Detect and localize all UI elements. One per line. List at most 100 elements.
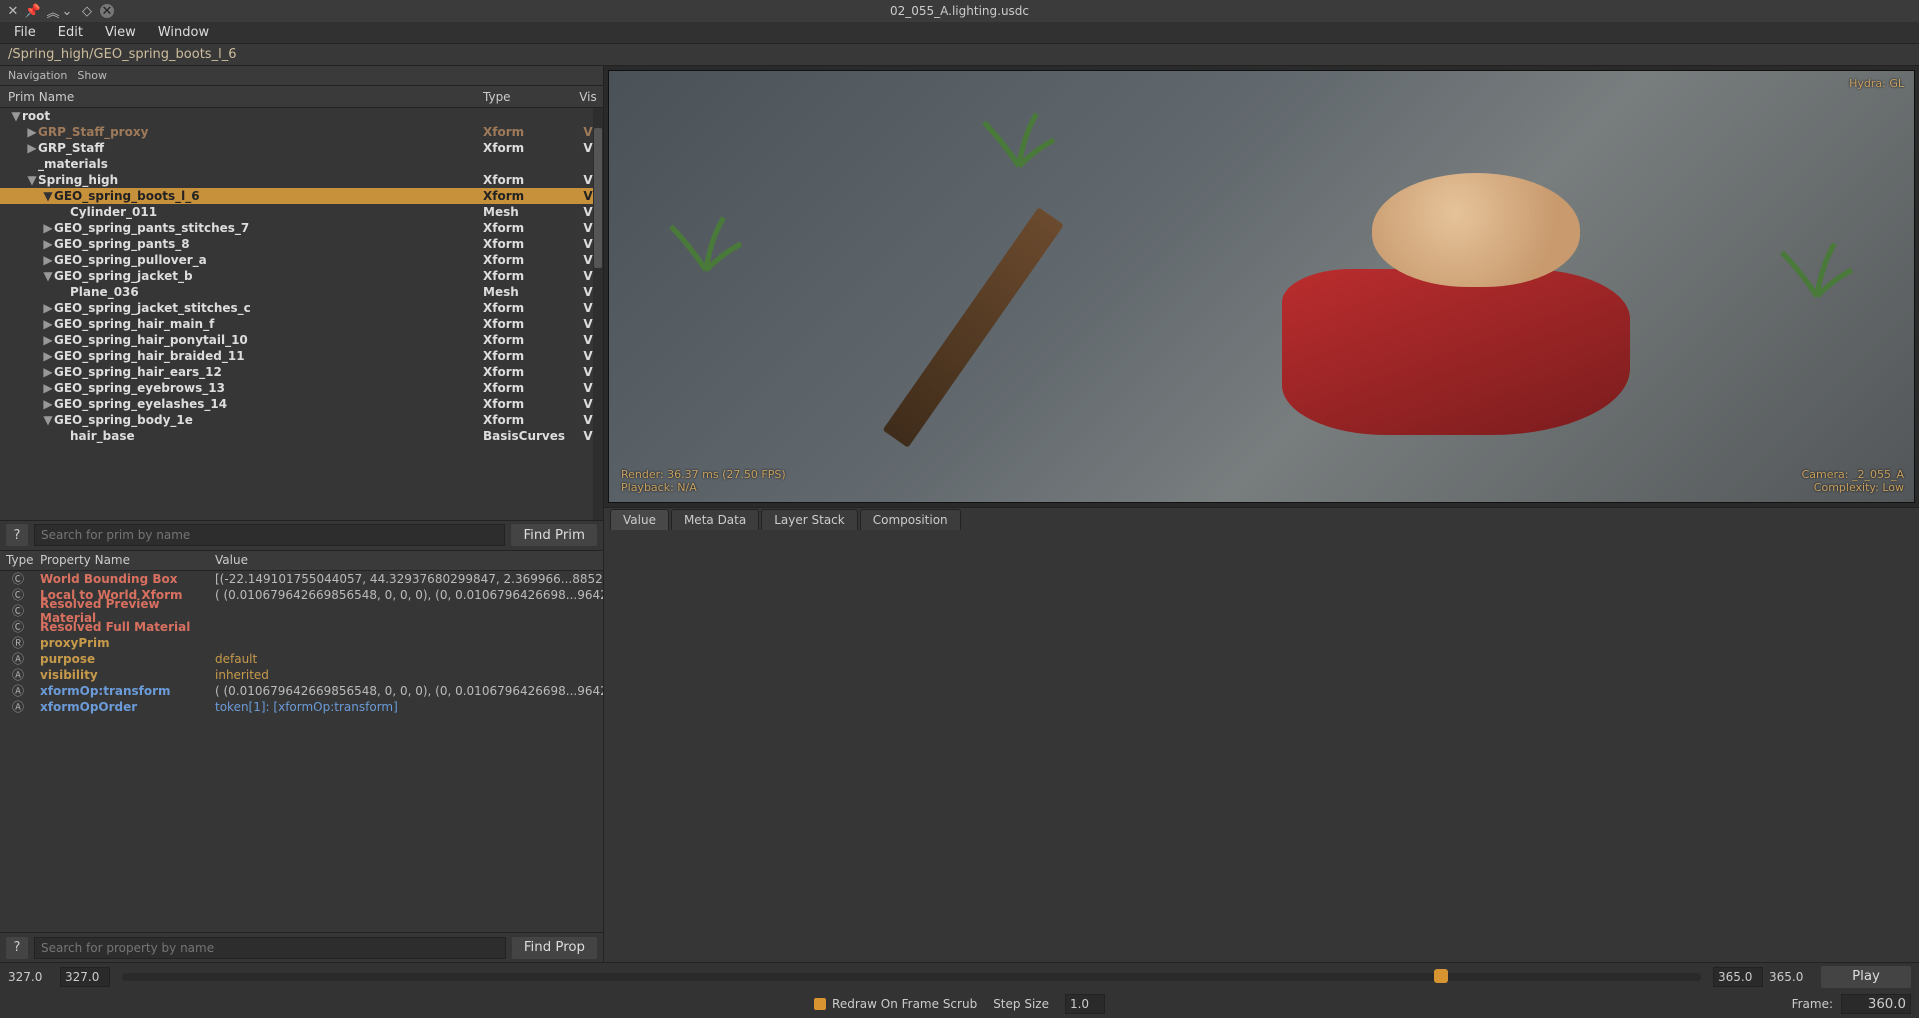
expand-arrow-icon[interactable]: ▶ <box>26 125 38 139</box>
expand-arrow-icon[interactable]: ▼ <box>42 269 54 283</box>
property-row[interactable]: ⓇproxyPrim <box>0 635 603 651</box>
tab-value[interactable]: Value <box>610 509 669 530</box>
expand-arrow-icon[interactable]: ▶ <box>42 221 54 235</box>
minimize-icon[interactable]: ⌄ <box>60 4 74 18</box>
expand-arrow-icon[interactable]: ▶ <box>42 349 54 363</box>
tree-body[interactable]: ▼root▶GRP_Staff_proxyXformV▶GRP_StaffXfo… <box>0 108 603 520</box>
scrollbar-track[interactable] <box>593 108 603 520</box>
tree-row[interactable]: ▶GEO_spring_pants_8XformV <box>0 236 603 252</box>
viewport-3d[interactable]: Hydra: GL Render: 36.37 ms (27.50 FPS) P… <box>608 70 1915 503</box>
detail-body <box>604 531 1919 962</box>
prim-name: GEO_spring_jacket_b <box>54 269 483 283</box>
property-name: xformOpOrder <box>40 700 215 714</box>
tab-metadata[interactable]: Meta Data <box>671 509 759 530</box>
expand-arrow-icon[interactable]: ▶ <box>42 381 54 395</box>
expand-arrow-icon[interactable]: ▶ <box>42 397 54 411</box>
prim-search-input[interactable] <box>34 524 505 546</box>
expand-arrow-icon[interactable]: ▶ <box>26 141 38 155</box>
property-type-icon: Ⓒ <box>0 602 40 619</box>
expand-arrow-icon[interactable]: ▼ <box>26 173 38 187</box>
tree-row[interactable]: ▶GEO_spring_pullover_aXformV <box>0 252 603 268</box>
tree-row[interactable]: Cylinder_011MeshV <box>0 204 603 220</box>
expand-arrow-icon[interactable]: ▼ <box>42 189 54 203</box>
tree-row[interactable]: ▶GRP_Staff_proxyXformV <box>0 124 603 140</box>
tree-row[interactable]: ▶GEO_spring_eyelashes_14XformV <box>0 396 603 412</box>
close-icon[interactable]: ✕ <box>100 4 114 18</box>
app-icon: ✕ <box>6 4 20 18</box>
prop-search-help[interactable]: ? <box>6 937 28 959</box>
tree-row[interactable]: ▶GRP_StaffXformV <box>0 140 603 156</box>
tree-row[interactable]: ▶GEO_spring_pants_stitches_7XformV <box>0 220 603 236</box>
tree-row[interactable]: ▶GEO_spring_hair_main_fXformV <box>0 316 603 332</box>
menu-view[interactable]: View <box>95 23 146 42</box>
property-value: default <box>215 652 603 666</box>
prim-type: Xform <box>483 381 573 395</box>
tab-composition[interactable]: Composition <box>860 509 961 530</box>
tree-col-type[interactable]: Type <box>483 90 573 104</box>
timeline-thumb[interactable] <box>1434 969 1448 983</box>
breadcrumb[interactable]: /Spring_high/GEO_spring_boots_l_6 <box>0 44 1919 66</box>
timeline-end-input[interactable] <box>1713 967 1763 987</box>
props-body[interactable]: ⒸWorld Bounding Box[(-22.149101755044057… <box>0 571 603 933</box>
nav-show[interactable]: Show <box>77 69 107 82</box>
tree-row[interactable]: _materials <box>0 156 603 172</box>
property-row[interactable]: Ⓐpurposedefault <box>0 651 603 667</box>
chevron-up-icon[interactable]: ︽ <box>46 4 60 18</box>
left-pane: Navigation Show Prim Name Type Vis ▼root… <box>0 66 604 962</box>
menu-window[interactable]: Window <box>148 23 219 42</box>
tree-row[interactable]: ▶GEO_spring_hair_braided_11XformV <box>0 348 603 364</box>
tree-row[interactable]: ▼GEO_spring_jacket_bXformV <box>0 268 603 284</box>
play-button[interactable]: Play <box>1821 966 1911 988</box>
nav-navigation[interactable]: Navigation <box>8 69 67 82</box>
property-row[interactable]: ⒶxformOpOrdertoken[1]: [xformOp:transfor… <box>0 699 603 715</box>
step-size-input[interactable] <box>1065 994 1105 1014</box>
tree-row[interactable]: hair_baseBasisCurvesV <box>0 428 603 444</box>
props-col-type[interactable]: Type <box>0 553 40 567</box>
tab-layerstack[interactable]: Layer Stack <box>761 509 858 530</box>
frame-input[interactable] <box>1841 994 1911 1014</box>
property-row[interactable]: Ⓐvisibilityinherited <box>0 667 603 683</box>
tree-row[interactable]: ▼root <box>0 108 603 124</box>
tree-row[interactable]: ▶GEO_spring_hair_ears_12XformV <box>0 364 603 380</box>
tree-row[interactable]: ▼Spring_highXformV <box>0 172 603 188</box>
tree-row[interactable]: Plane_036MeshV <box>0 284 603 300</box>
expand-arrow-icon[interactable]: ▶ <box>42 333 54 347</box>
timeline-track[interactable] <box>122 973 1701 981</box>
find-prim-button[interactable]: Find Prim <box>511 524 597 546</box>
property-row[interactable]: ⒸResolved Full Material <box>0 619 603 635</box>
timeline-start-input[interactable] <box>60 967 110 987</box>
expand-arrow-icon[interactable]: ▶ <box>42 237 54 251</box>
menu-edit[interactable]: Edit <box>48 23 93 42</box>
find-prop-button[interactable]: Find Prop <box>512 937 597 959</box>
prim-name: GEO_spring_boots_l_6 <box>54 189 483 203</box>
property-row[interactable]: ⒸResolved Preview Material <box>0 603 603 619</box>
tree-row[interactable]: ▶GEO_spring_eyebrows_13XformV <box>0 380 603 396</box>
tree-col-name[interactable]: Prim Name <box>0 90 483 104</box>
props-col-value[interactable]: Value <box>215 553 603 567</box>
pin-icon[interactable]: 📌 <box>26 4 40 18</box>
right-pane: Hydra: GL Render: 36.37 ms (27.50 FPS) P… <box>604 66 1919 962</box>
props-col-name[interactable]: Property Name <box>40 553 215 567</box>
prim-search-help[interactable]: ? <box>6 524 28 546</box>
expand-arrow-icon[interactable]: ▶ <box>42 317 54 331</box>
property-name: Resolved Full Material <box>40 620 215 634</box>
expand-arrow-icon[interactable]: ▶ <box>42 365 54 379</box>
tree-row[interactable]: ▼GEO_spring_boots_l_6XformV <box>0 188 603 204</box>
tree-row[interactable]: ▶GEO_spring_hair_ponytail_10XformV <box>0 332 603 348</box>
playback-label: Playback: N/A <box>621 481 786 494</box>
expand-arrow-icon[interactable]: ▶ <box>42 253 54 267</box>
maximize-icon[interactable]: ◇ <box>80 4 94 18</box>
scrollbar-thumb[interactable] <box>594 128 602 268</box>
expand-arrow-icon[interactable]: ▼ <box>10 109 22 123</box>
property-row[interactable]: ⒶxformOp:transform( (0.01067964266985654… <box>0 683 603 699</box>
expand-arrow-icon[interactable]: ▶ <box>42 301 54 315</box>
tree-row[interactable]: ▼GEO_spring_body_1eXformV <box>0 412 603 428</box>
expand-arrow-icon[interactable]: ▼ <box>42 413 54 427</box>
prop-search-input[interactable] <box>34 937 506 959</box>
redraw-checkbox[interactable] <box>814 998 826 1010</box>
menu-file[interactable]: File <box>4 23 46 42</box>
property-value: token[1]: [xformOp:transform] <box>215 700 603 714</box>
property-row[interactable]: ⒸWorld Bounding Box[(-22.149101755044057… <box>0 571 603 587</box>
tree-row[interactable]: ▶GEO_spring_jacket_stitches_cXformV <box>0 300 603 316</box>
tree-col-vis[interactable]: Vis <box>573 90 603 104</box>
